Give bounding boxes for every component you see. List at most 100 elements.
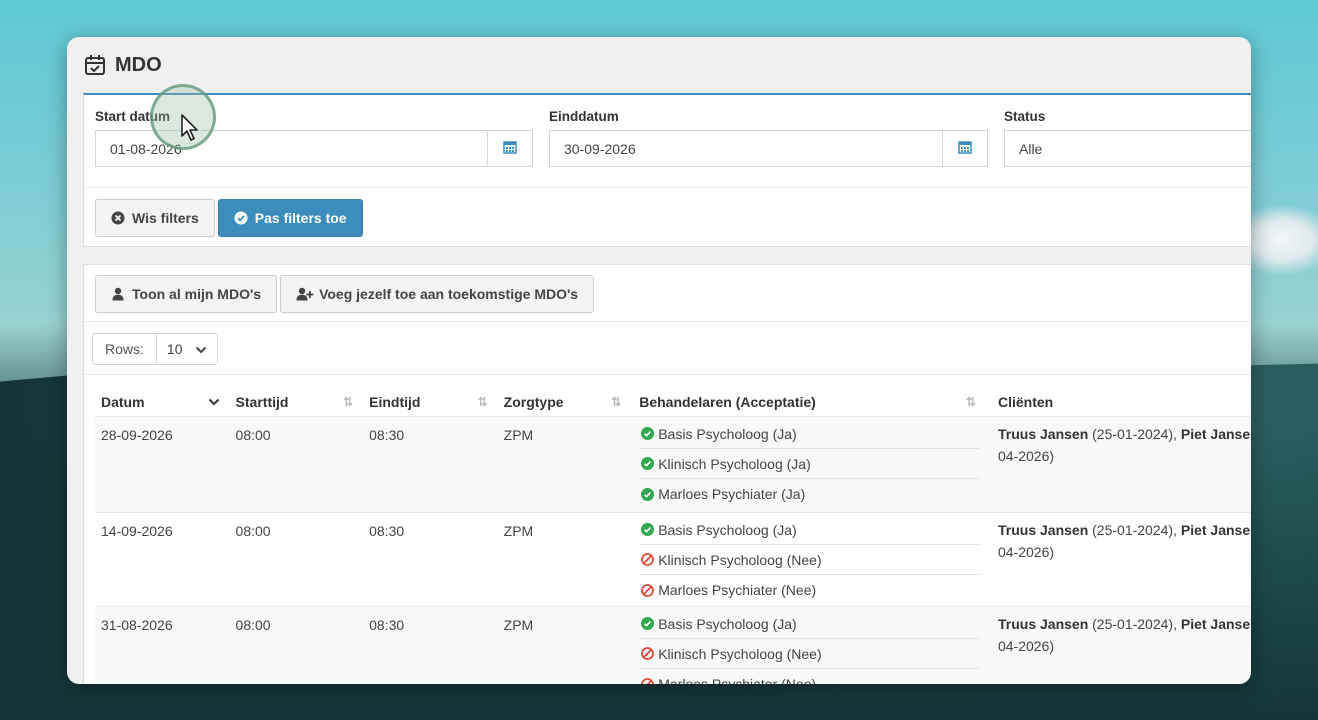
behandelaar-text: Basis Psycholoog (Ja) (658, 615, 797, 632)
check-circle-icon (641, 523, 655, 536)
header-datum-label: Datum (101, 393, 145, 410)
behandelaar-text: Klinisch Psycholoog (Ja) (658, 455, 811, 472)
end-date-input[interactable]: 30-09-2026 (549, 130, 942, 167)
cell-behandelaren: Basis Psycholoog (Ja) Klinisch Psycholoo… (631, 607, 986, 684)
show-my-mdos-label: Toon al mijn MDO's (132, 286, 262, 302)
join-future-mdos-label: Voeg jezelf toe aan toekomstige MDO's (319, 286, 579, 302)
header-behandelaren[interactable]: Behandelaren (Acceptatie) ⇅ (631, 387, 986, 417)
header-clienten[interactable]: Cliënten (986, 387, 1251, 417)
filter-divider (84, 187, 1251, 188)
calendar-icon (503, 140, 517, 158)
rows-per-page-control: Rows: 10 (92, 333, 218, 365)
client-date: (25-01-2024), (1088, 522, 1181, 538)
end-date-group: Einddatum 30-09-2026 (549, 109, 988, 167)
cell-datum: 28-09-2026 (101, 427, 173, 443)
mdo-list-panel: Toon al mijn MDO's Voeg jezelf toe aan t… (83, 264, 1251, 684)
cell-datum: 14-09-2026 (101, 523, 173, 539)
filter-panel: Start datum 01-08-2026 Einddatum 30-09-2… (83, 93, 1251, 247)
header-starttijd[interactable]: Starttijd ⇅ (230, 387, 364, 417)
start-date-picker-button[interactable] (487, 130, 533, 167)
cell-eindtijd: 08:30 (369, 427, 405, 443)
behandelaar-item: Marloes Psychiater (Ja) (639, 479, 980, 509)
rows-label: Rows: (93, 334, 157, 364)
rows-per-page-select[interactable]: 10 (157, 334, 217, 364)
header-clienten-label: Cliënten (997, 393, 1054, 410)
sort-icon: ⇅ (611, 394, 622, 409)
list-divider (84, 321, 1251, 322)
start-date-input[interactable]: 01-08-2026 (95, 130, 487, 167)
cell-zorgtype: ZPM (503, 427, 534, 443)
behandelaar-item: Basis Psycholoog (Ja) (639, 515, 980, 545)
client-name[interactable]: Piet Jansen (1181, 426, 1251, 442)
client-date: 04-2026) (997, 638, 1055, 654)
client-name[interactable]: Truus Jansen (998, 426, 1088, 442)
filter-fields: Start datum 01-08-2026 Einddatum 30-09-2… (95, 109, 1251, 185)
header-eindtijd[interactable]: Eindtijd ⇅ (363, 387, 498, 417)
sort-icon: ⇅ (343, 394, 354, 409)
mdo-window: MDO Start datum 01-08-2026 Einddatum 30-… (67, 37, 1251, 684)
header-eindtijd-label: Eindtijd (369, 393, 421, 410)
client-name[interactable]: Truus Jansen (998, 522, 1088, 538)
end-date-label: Einddatum (549, 109, 619, 124)
cell-eindtijd: 08:30 (369, 523, 405, 539)
sort-icon: ⇅ (965, 394, 976, 409)
list-actions: Toon al mijn MDO's Voeg jezelf toe aan t… (95, 275, 595, 313)
behandelaar-text: Klinisch Psycholoog (Nee) (658, 645, 822, 662)
filter-buttons: Wis filters Pas filters toe (95, 199, 363, 237)
cell-starttijd: 08:00 (235, 523, 271, 539)
client-date: (25-01-2024), (1088, 616, 1181, 632)
behandelaar-text: Marloes Psychiater (Nee) (658, 676, 817, 684)
behandelaar-item: Klinisch Psycholoog (Nee) (639, 545, 980, 575)
cell-eindtijd: 08:30 (369, 617, 405, 633)
status-group: Status Alle (1004, 109, 1251, 167)
end-date-picker-button[interactable] (942, 130, 988, 167)
behandelaar-text: Basis Psycholoog (Ja) (658, 521, 797, 538)
cell-starttijd: 08:00 (235, 427, 271, 443)
apply-filters-button[interactable]: Pas filters toe (217, 199, 363, 237)
table-row[interactable]: 14-09-2026 08:00 08:30 ZPM Basis Psychol… (95, 513, 1251, 607)
status-label: Status (1004, 109, 1046, 124)
check-circle-icon (641, 487, 655, 501)
clear-filters-button[interactable]: Wis filters (95, 199, 215, 237)
calendar-icon (958, 140, 972, 158)
times-circle-icon (111, 211, 125, 225)
ban-icon (641, 553, 655, 566)
status-select[interactable]: Alle (1004, 130, 1251, 167)
behandelaar-item: Basis Psycholoog (Ja) (639, 419, 980, 449)
header-behandelaren-label: Behandelaren (Acceptatie) (639, 393, 816, 410)
list-divider (84, 374, 1251, 375)
behandelaar-item: Basis Psycholoog (Ja) (639, 609, 980, 639)
cell-clienten: Truus Jansen (25-01-2024), Piet Jansen 04… (986, 417, 1251, 512)
ban-icon (641, 677, 655, 684)
end-date-input-group: 30-09-2026 (549, 130, 988, 167)
table-row[interactable]: 31-08-2026 08:00 08:30 ZPM Basis Psychol… (95, 607, 1251, 684)
check-circle-icon (641, 427, 655, 440)
client-name[interactable]: Piet Jansen (1181, 616, 1251, 632)
cell-zorgtype: ZPM (503, 523, 534, 539)
chevron-down-icon (195, 341, 207, 357)
cell-clienten: Truus Jansen (25-01-2024), Piet Jansen 04… (986, 513, 1251, 606)
window-header: MDO (67, 37, 1251, 93)
table-header: Datum Starttijd ⇅ Eindtijd ⇅ Zorgtype ⇅ … (95, 387, 1251, 417)
ban-icon (641, 583, 655, 597)
cell-behandelaren: Basis Psycholoog (Ja) Klinisch Psycholoo… (631, 417, 986, 512)
client-name[interactable]: Truus Jansen (998, 616, 1088, 632)
show-my-mdos-button[interactable]: Toon al mijn MDO's (95, 275, 278, 313)
calendar-check-icon (84, 54, 106, 76)
behandelaar-item: Klinisch Psycholoog (Ja) (639, 449, 980, 479)
behandelaar-item: Marloes Psychiater (Nee) (639, 575, 980, 605)
header-zorgtype-label: Zorgtype (503, 393, 564, 410)
behandelaar-item: Marloes Psychiater (Nee) (639, 669, 980, 684)
cell-behandelaren: Basis Psycholoog (Ja) Klinisch Psycholoo… (631, 513, 986, 606)
behandelaar-text: Marloes Psychiater (Ja) (658, 486, 806, 502)
client-name[interactable]: Piet Jansen (1181, 522, 1251, 538)
mouse-cursor-icon (180, 114, 200, 142)
check-circle-icon (234, 211, 248, 225)
client-date: (25-01-2024), (1088, 426, 1181, 442)
table-row[interactable]: 28-09-2026 08:00 08:30 ZPM Basis Psychol… (95, 417, 1251, 513)
client-date: 04-2026) (997, 544, 1055, 560)
check-circle-icon (641, 617, 655, 630)
header-datum[interactable]: Datum (95, 387, 230, 417)
join-future-mdos-button[interactable]: Voeg jezelf toe aan toekomstige MDO's (280, 275, 595, 313)
header-zorgtype[interactable]: Zorgtype ⇅ (498, 387, 632, 417)
